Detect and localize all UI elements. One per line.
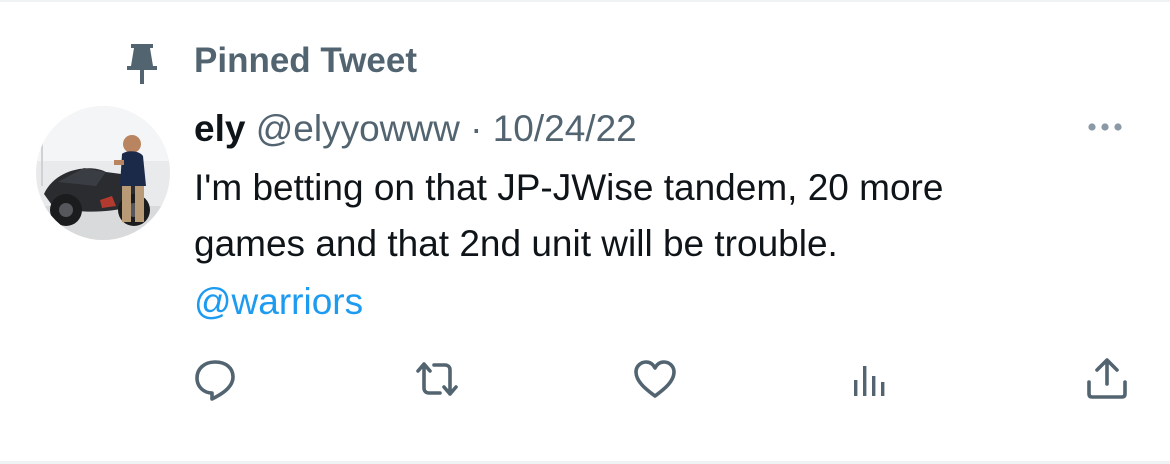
retweet-icon[interactable] <box>412 354 462 404</box>
mention-link[interactable]: @warriors <box>194 274 363 330</box>
tweet-date[interactable]: 10/24/22 <box>493 108 637 149</box>
tweet-text: I'm betting on that JP-JWise tandem, 20 … <box>194 160 1144 272</box>
display-name[interactable]: ely <box>194 108 245 149</box>
reply-icon[interactable] <box>190 354 240 404</box>
pinned-tweet-label: Pinned Tweet <box>194 41 417 80</box>
top-divider <box>0 0 1170 2</box>
avatar[interactable] <box>36 106 170 240</box>
header-separator: · <box>470 108 483 149</box>
views-icon[interactable] <box>846 354 896 404</box>
share-icon[interactable] <box>1082 354 1132 404</box>
like-icon[interactable] <box>630 354 680 404</box>
tweet-header: ely @elyyowww · 10/24/22 <box>194 104 637 154</box>
user-handle[interactable]: @elyyowww <box>256 108 460 149</box>
tweet-text-line: I'm betting on that JP-JWise tandem, 20 … <box>194 167 944 208</box>
pin-icon <box>117 38 167 88</box>
tweet-text-line: games and that 2nd unit will be trouble. <box>194 223 838 264</box>
more-icon[interactable] <box>1080 112 1130 142</box>
